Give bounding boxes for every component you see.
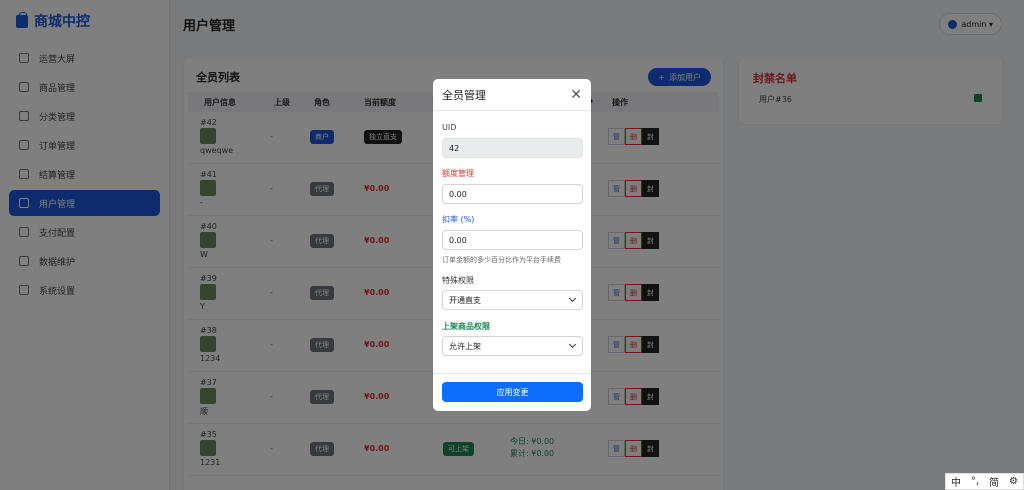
ime-item[interactable]: 中 bbox=[951, 474, 961, 489]
close-icon[interactable]: ✕ bbox=[570, 88, 582, 102]
chevron-down-icon bbox=[568, 340, 577, 349]
rate-label: 扣率 (%) bbox=[442, 215, 475, 224]
uid-field: 42 bbox=[442, 138, 583, 158]
apply-button[interactable]: 应用变更 bbox=[442, 382, 583, 402]
chevron-down-icon bbox=[568, 294, 577, 303]
modal-divider bbox=[433, 373, 591, 374]
uid-label: UID bbox=[442, 123, 457, 132]
perm-select[interactable]: 开通直支 bbox=[442, 290, 583, 310]
shelf-select-value: 允许上架 bbox=[449, 341, 481, 351]
rate-input[interactable]: 0.00 bbox=[442, 230, 583, 250]
gear-icon[interactable]: ⚙ bbox=[1009, 476, 1018, 487]
shelf-label: 上架商品权限 bbox=[442, 322, 490, 331]
quota-input[interactable]: 0.00 bbox=[442, 184, 583, 204]
quota-label: 额度管理 bbox=[442, 169, 474, 178]
perm-select-value: 开通直支 bbox=[449, 295, 481, 305]
ime-item[interactable]: 简 bbox=[989, 474, 999, 489]
ime-item[interactable]: °, bbox=[971, 476, 979, 487]
shelf-select[interactable]: 允许上架 bbox=[442, 336, 583, 356]
ime-toolbar: 中 °, 简 ⚙ bbox=[945, 473, 1024, 490]
perm-label: 特殊权限 bbox=[442, 276, 474, 285]
rate-hint: 订单金额的多少百分比作为平台手续费 bbox=[442, 256, 561, 264]
user-manage-modal: 全员管理 ✕ UID 42 额度管理 0.00 扣率 (%) 0.00 订单金额… bbox=[433, 79, 591, 411]
modal-title: 全员管理 bbox=[442, 88, 486, 102]
